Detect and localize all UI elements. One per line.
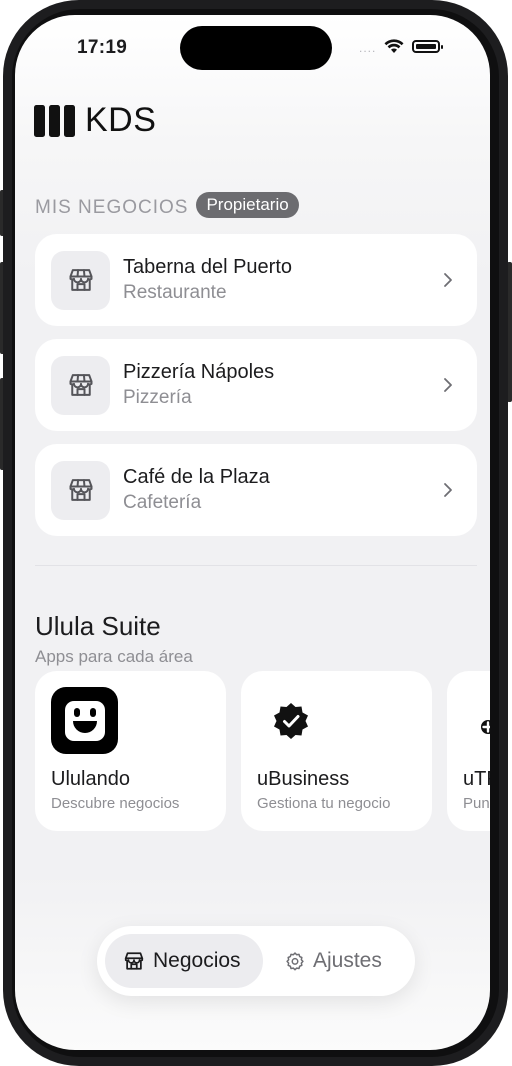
section-title: MIS NEGOCIOS [35, 197, 189, 218]
tab-label: Negocios [153, 949, 241, 972]
tab-ajustes[interactable]: Ajustes [267, 934, 407, 988]
app-header: KDS [34, 101, 156, 140]
business-text: Pizzería Nápoles Pizzería [123, 359, 443, 411]
bottom-tab-bar: Negocios Ajustes [97, 926, 415, 996]
app-card-ubusiness[interactable]: uBusiness Gestiona tu negocio [241, 671, 432, 831]
business-name: Pizzería Nápoles [123, 361, 275, 383]
business-type: Pizzería [123, 387, 192, 408]
business-icon-box [51, 460, 110, 520]
business-type: Cafetería [123, 492, 202, 513]
business-name: Café de la Plaza [123, 466, 270, 488]
app-description: Descubre negocios [51, 795, 180, 812]
businesses-section-header: MIS NEGOCIOS Propietario [35, 191, 299, 219]
business-type: Restaurante [123, 282, 227, 303]
ululando-face-icon [64, 700, 105, 741]
tab-negocios[interactable]: Negocios [105, 934, 263, 988]
app-name: Ululando [51, 768, 130, 790]
business-icon-box [51, 355, 110, 415]
business-text: Café de la Plaza Cafetería [123, 464, 443, 516]
verified-badge-icon [257, 687, 324, 754]
app-description: Punto de venta [463, 795, 490, 812]
store-icon [69, 374, 92, 396]
verified-check-icon [273, 702, 308, 739]
business-card-pizzeria[interactable]: Pizzería Nápoles Pizzería [35, 339, 477, 431]
role-badge: Propietario [196, 192, 299, 218]
chevron-right-icon [444, 273, 452, 287]
status-time: 17:19 [77, 37, 128, 58]
kds-logo-icon [34, 104, 75, 137]
business-card-taberna[interactable]: Taberna del Puerto Restaurante [35, 234, 477, 326]
signal-icon: .... [359, 41, 377, 55]
business-icon-box [51, 250, 110, 310]
business-card-cafe[interactable]: Café de la Plaza Cafetería [35, 444, 477, 536]
gear-icon [286, 952, 304, 971]
suite-title: Ulula Suite [35, 611, 161, 641]
battery-icon [412, 39, 444, 53]
app-card-utpv[interactable]: uTPV Punto de venta [447, 671, 490, 831]
business-text: Taberna del Puerto Restaurante [123, 254, 443, 306]
section-divider [35, 565, 477, 566]
business-name: Taberna del Puerto [123, 256, 293, 278]
tab-label: Ajustes [313, 949, 382, 972]
phone-screen: 17:19 .... KDS MIS NEGOCIOS Propietario [15, 15, 490, 1050]
app-name: uTPV [463, 768, 490, 790]
pos-terminal-icon [463, 687, 490, 754]
app-card-ululando[interactable]: Ululando Descubre negocios [35, 671, 226, 831]
chevron-right-icon [444, 378, 452, 392]
app-title: KDS [85, 101, 157, 139]
chevron-right-icon [444, 483, 452, 497]
suite-subtitle: Apps para cada área [35, 647, 193, 666]
status-icons: .... [359, 37, 444, 55]
app-description: Gestiona tu negocio [257, 795, 391, 812]
wifi-icon [384, 38, 404, 53]
store-icon [69, 269, 92, 291]
store-icon [124, 952, 144, 970]
ululando-logo-icon [51, 687, 118, 754]
store-icon [69, 479, 92, 501]
app-name: uBusiness [257, 768, 350, 790]
dynamic-island [180, 26, 332, 70]
pos-plus-icon [478, 711, 490, 736]
